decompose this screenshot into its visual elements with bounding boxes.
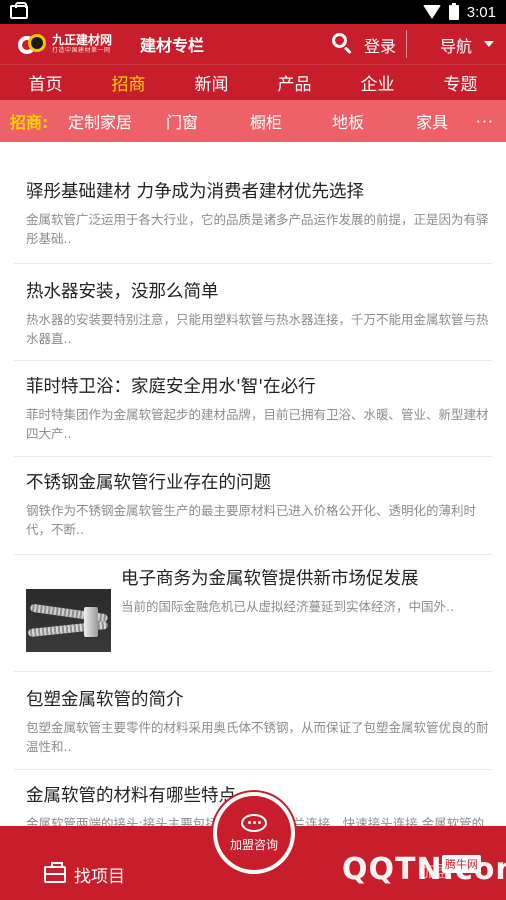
article-summary: 钢铁作为不锈钢金属软管生产的最主要原材料已进入价格公开化、透明化的薄利时代，不断… [26,503,477,537]
logo-slogan: 打造中国建材第一网 [52,47,111,54]
nav-menu-button[interactable]: 导航 [440,33,472,57]
tab-investment[interactable]: 招商 [87,70,170,95]
tab-news[interactable]: 新闻 [170,70,253,95]
article-title: 热水器安装，没那么简单 [26,282,219,302]
list-item[interactable]: 电子商务为金属软管提供新市场促发展 当前的国际金融危机已从虚拟经济蔓延到实体经济… [14,555,492,672]
status-bar: 3:01 [0,0,506,24]
sub-item-flooring[interactable]: 地板 [332,109,364,133]
sub-category-label: 招商: [10,113,49,132]
chat-icon [241,813,267,832]
tab-topics[interactable]: 专题 [419,70,502,95]
search-icon[interactable] [331,32,353,55]
status-time: 3:01 [466,3,496,21]
article-title: 电子商务为金属软管提供新市场促发展 [121,569,419,589]
list-item[interactable]: 热水器安装，没那么简单 热水器的安装要特别注意，只能用塑料软管与热水器连接，千万… [14,264,492,361]
article-title: 包塑金属软管的简介 [26,690,184,710]
app-bar: 九正建材网 打造中国建材第一网 建材专栏 登录 导航 [0,24,506,64]
tab-home[interactable]: 首页 [4,70,87,95]
watermark: QQTN.com [342,852,506,887]
login-button[interactable]: 登录 [364,33,396,57]
franchise-consult-button[interactable]: 加盟咨询 [213,792,295,874]
battery-icon [448,2,459,20]
article-summary: 包塑金属软管主要零件的材料采用奥氏体不锈钢，从而保证了包塑金属软管优良的耐温性和… [26,720,489,754]
article-list: 驿彤基础建材 力争成为消费者建材优先选择 金属软管广泛运用于各大行业，它的品质是… [14,162,492,866]
divider [406,30,407,58]
list-item[interactable]: 不锈钢金属软管行业存在的问题 钢铁作为不锈钢金属软管生产的最主要原材料已进入价格… [14,457,492,555]
notification-icon [10,2,28,19]
find-project-button[interactable]: 找项目 [44,862,125,887]
logo-name: 九正建材网 [52,33,113,47]
article-title: 不锈钢金属软管行业存在的问题 [26,473,271,493]
sub-item-cabinets[interactable]: 橱柜 [250,109,282,133]
article-summary: 菲时特集团作为金属软管起步的建材品牌，目前已拥有卫浴、水暖、管业、新型建材四大产… [26,407,489,441]
sub-item-furniture[interactable]: 家具 [416,109,448,133]
list-item[interactable]: 菲时特卫浴：家庭安全用水'智'在必行 菲时特集团作为金属软管起步的建材品牌，目前… [14,361,492,457]
article-title: 菲时特卫浴：家庭安全用水'智'在必行 [26,377,316,397]
article-summary: 热水器的安装要特别注意，只能用塑料软管与热水器连接，千万不能用金属软管与热水器直… [26,312,489,346]
sub-category-bar: 招商: 定制家居 门窗 橱柜 地板 家具 ··· [0,100,506,142]
find-project-label: 找项目 [74,867,125,887]
briefcase-icon [44,862,66,883]
list-item[interactable]: 包塑金属软管的简介 包塑金属软管主要零件的材料采用奥氏体不锈钢，从而保证了包塑金… [14,672,492,770]
category-tabs: 首页 招商 新闻 产品 企业 专题 [0,64,506,100]
article-summary: 当前的国际金融危机已从虚拟经济蔓延到实体经济，中国外.. [121,599,454,614]
more-icon[interactable]: ··· [476,112,494,131]
list-item[interactable]: 驿彤基础建材 力争成为消费者建材优先选择 金属软管广泛运用于各大行业，它的品质是… [14,162,492,264]
logo-icon [18,33,48,55]
sub-item-doors-windows[interactable]: 门窗 [166,109,198,133]
tab-products[interactable]: 产品 [253,70,336,95]
page-title: 建材专栏 [140,36,205,55]
wifi-icon [422,5,441,19]
article-title: 驿彤基础建材 力争成为消费者建材优先选择 [26,182,365,202]
logo[interactable]: 九正建材网 打造中国建材第一网 [18,33,112,55]
article-summary: 金属软管广泛运用于各大行业，它的品质是诸多产品运作发展的前提，正是因为有驿彤基础… [26,212,489,246]
sub-item-custom-home[interactable]: 定制家居 [68,109,132,133]
watermark-tag: 腾牛网 [442,855,481,873]
article-thumbnail [26,589,111,652]
chevron-down-icon[interactable] [484,41,494,47]
tab-companies[interactable]: 企业 [336,70,419,95]
franchise-consult-label: 加盟咨询 [229,837,278,852]
